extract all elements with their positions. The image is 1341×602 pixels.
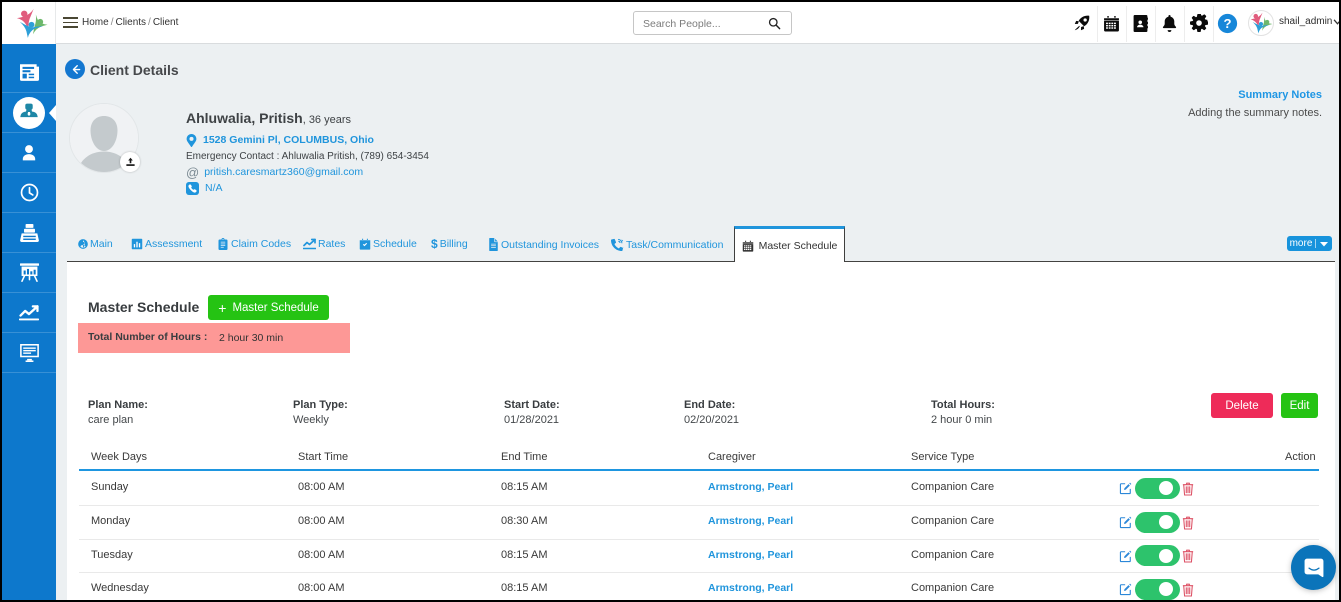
svg-text:?: ?	[1223, 16, 1231, 31]
